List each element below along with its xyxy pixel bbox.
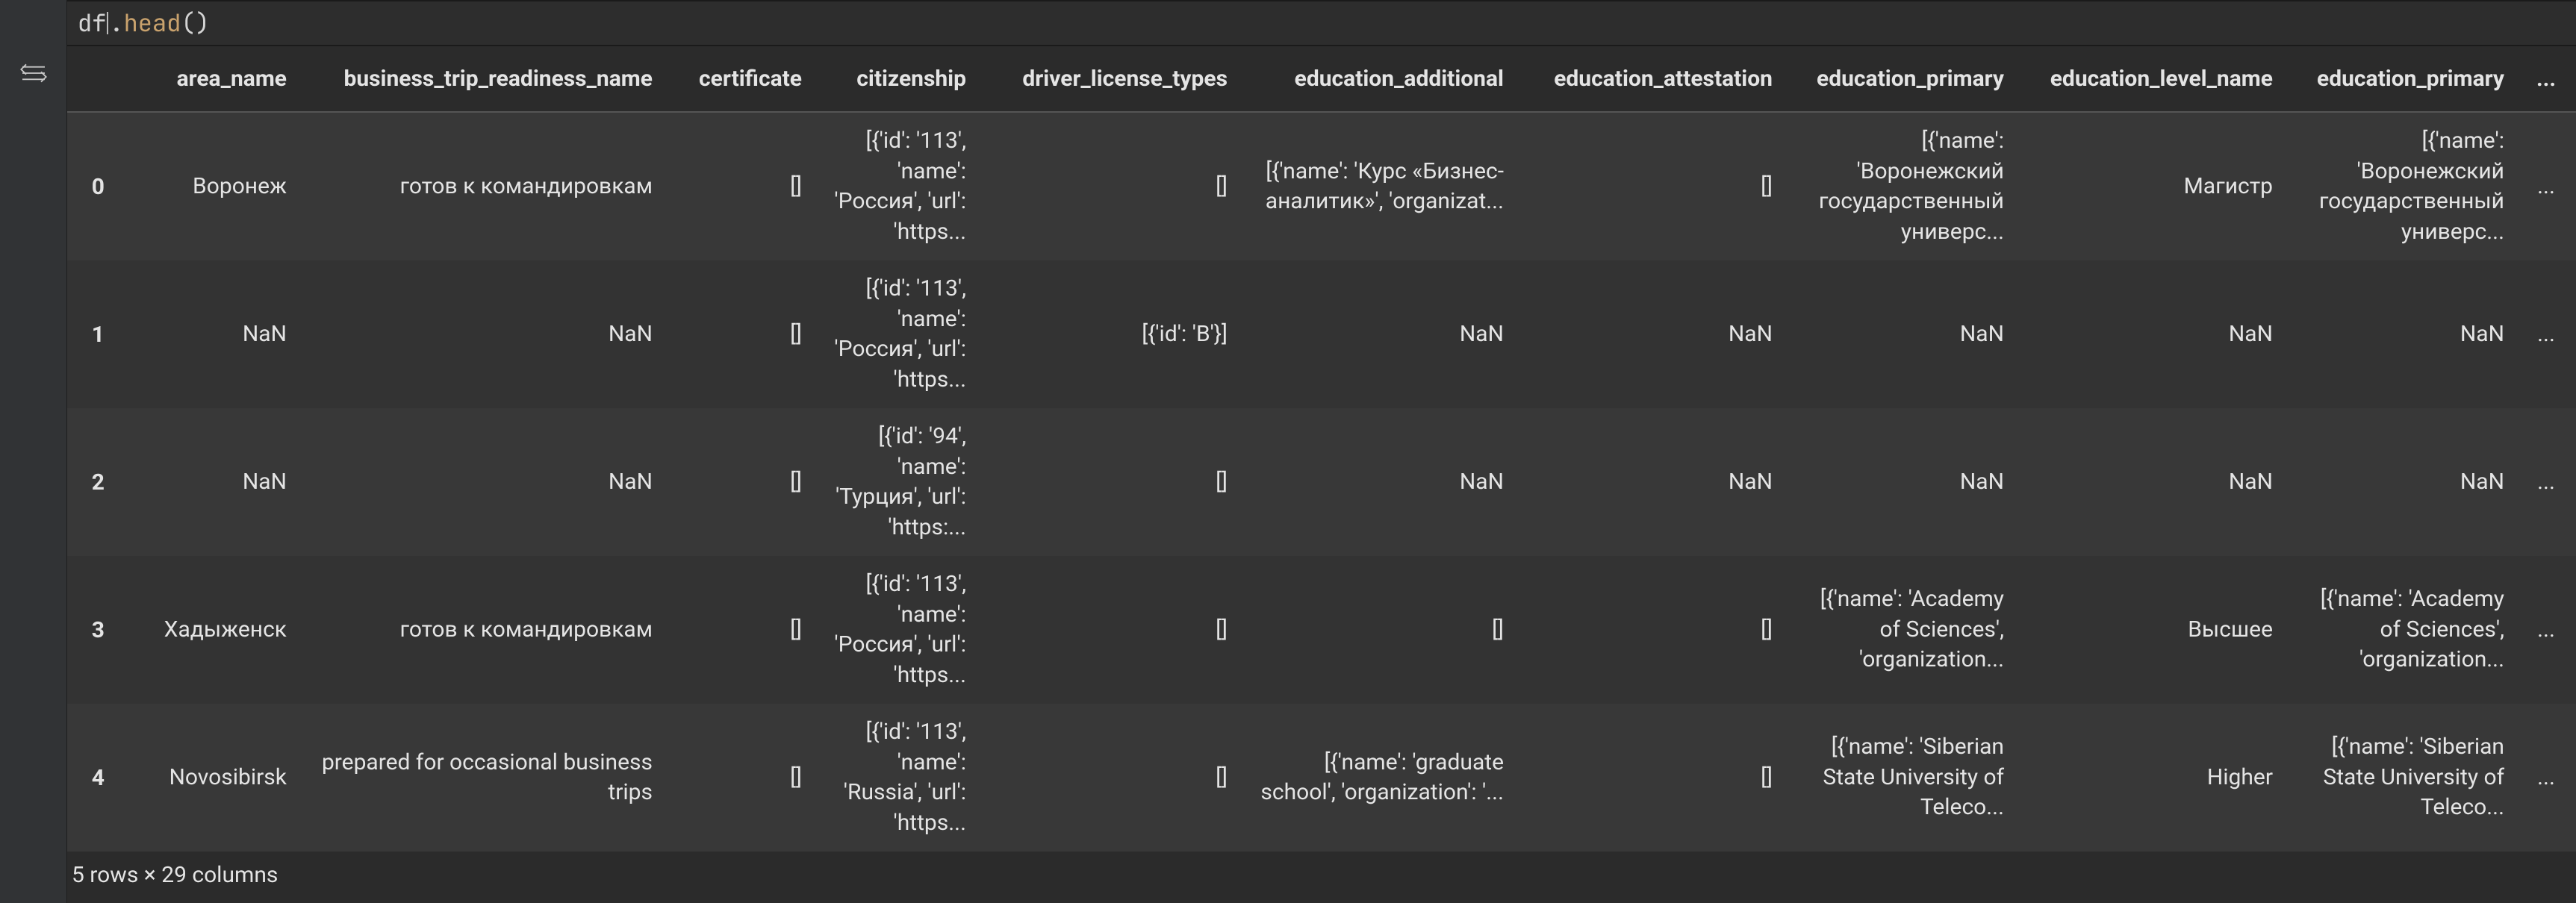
cell: [] xyxy=(1516,704,1785,852)
code-token-dot: . xyxy=(109,11,123,35)
cell: NaN xyxy=(1785,260,2016,408)
col-header[interactable]: education_primary xyxy=(1785,46,2016,112)
cell: [{'name': 'Siberian State University of … xyxy=(1785,704,2016,852)
cell: [{'name': 'Academy of Sciences', 'organi… xyxy=(2285,556,2516,704)
cell: NaN xyxy=(1239,408,1516,556)
code-token-parens: () xyxy=(181,11,209,35)
table-row: 0Воронежготов к командировкам[][{'id': '… xyxy=(67,112,2576,260)
cell: ... xyxy=(2516,704,2576,852)
index-header xyxy=(67,46,119,112)
table-row: 3Хадыженскготов к командировкам[][{'id':… xyxy=(67,556,2576,704)
cell: [{'id': '94', 'name': 'Турция', 'url': '… xyxy=(814,408,978,556)
table-row: 2NaNNaN[][{'id': '94', 'name': 'Турция',… xyxy=(67,408,2576,556)
col-header[interactable]: area_name xyxy=(119,46,299,112)
cell: [{'name': 'Воронежский государственный у… xyxy=(1785,112,2016,260)
cell: NaN xyxy=(1785,408,2016,556)
cell: [] xyxy=(1516,556,1785,704)
cell: [] xyxy=(1239,556,1516,704)
cell: Магистр xyxy=(2016,112,2285,260)
cell: NaN xyxy=(2285,260,2516,408)
table-row: 1NaNNaN[][{'id': '113', 'name': 'Россия'… xyxy=(67,260,2576,408)
cell: готов к командировкам xyxy=(299,112,665,260)
cell: Воронеж xyxy=(119,112,299,260)
cell: NaN xyxy=(119,408,299,556)
cell: [] xyxy=(978,704,1239,852)
row-index: 3 xyxy=(67,556,119,704)
row-index: 1 xyxy=(67,260,119,408)
cell: [] xyxy=(978,408,1239,556)
cell: NaN xyxy=(2016,260,2285,408)
cell: Higher xyxy=(2016,704,2285,852)
col-header-ellipsis: ... xyxy=(2516,46,2576,112)
cell: NaN xyxy=(1516,408,1785,556)
cell: [{'id': '113', 'name': 'Россия', 'url': … xyxy=(814,112,978,260)
text-caret xyxy=(107,12,108,34)
cell: Novosibirsk xyxy=(119,704,299,852)
main-area: df.head() area_name business_trip_readin… xyxy=(67,0,2576,903)
cell: [] xyxy=(665,408,814,556)
code-cell[interactable]: df.head() xyxy=(67,0,2576,46)
cell: готов к командировкам xyxy=(299,556,665,704)
row-index: 4 xyxy=(67,704,119,852)
dataframe-shape-note: 5 rows × 29 columns xyxy=(67,852,2576,888)
col-header[interactable]: education_attestation xyxy=(1516,46,1785,112)
cell: [{'id': '113', 'name': 'Россия', 'url': … xyxy=(814,260,978,408)
cell: [] xyxy=(978,556,1239,704)
cell: [] xyxy=(1516,112,1785,260)
code-token-ident: df xyxy=(78,11,106,35)
col-header[interactable]: citizenship xyxy=(814,46,978,112)
cell: ... xyxy=(2516,260,2576,408)
col-header[interactable]: business_trip_readiness_name xyxy=(299,46,665,112)
cell: [{'id': '113', 'name': 'Russia', 'url': … xyxy=(814,704,978,852)
cell: ... xyxy=(2516,408,2576,556)
cell: [{'name': 'graduate school', 'organizati… xyxy=(1239,704,1516,852)
col-header[interactable]: education_level_name xyxy=(2016,46,2285,112)
table-row: 4Novosibirskprepared for occasional busi… xyxy=(67,704,2576,852)
cell: [{'id': 'B'}] xyxy=(978,260,1239,408)
cell: ... xyxy=(2516,112,2576,260)
cell: prepared for occasional business trips xyxy=(299,704,665,852)
row-index: 2 xyxy=(67,408,119,556)
cell: [{'id': '113', 'name': 'Россия', 'url': … xyxy=(814,556,978,704)
cell: [{'name': 'Курс «Бизнес-аналитик»', 'org… xyxy=(1239,112,1516,260)
cell: [{'name': 'Academy of Sciences', 'organi… xyxy=(1785,556,2016,704)
cell: [{'name': 'Siberian State University of … xyxy=(2285,704,2516,852)
cell: [] xyxy=(665,112,814,260)
col-header[interactable]: education_primary xyxy=(2285,46,2516,112)
row-index: 0 xyxy=(67,112,119,260)
cell: [{'name': 'Воронежский государственный у… xyxy=(2285,112,2516,260)
cell: ... xyxy=(2516,556,2576,704)
cell: NaN xyxy=(2016,408,2285,556)
cell: NaN xyxy=(299,260,665,408)
cell: [] xyxy=(665,556,814,704)
cell: NaN xyxy=(119,260,299,408)
notebook-root: df.head() area_name business_trip_readin… xyxy=(0,0,2576,903)
cell: Хадыженск xyxy=(119,556,299,704)
code-token-func: head xyxy=(124,11,181,35)
cell: [] xyxy=(665,704,814,852)
col-header[interactable]: education_additional xyxy=(1239,46,1516,112)
col-header[interactable]: certificate xyxy=(665,46,814,112)
cell: [] xyxy=(665,260,814,408)
header-row: area_name business_trip_readiness_name c… xyxy=(67,46,2576,112)
dataframe-table: area_name business_trip_readiness_name c… xyxy=(67,46,2576,852)
cell: NaN xyxy=(1516,260,1785,408)
output-area: area_name business_trip_readiness_name c… xyxy=(67,46,2576,903)
cell: Высшее xyxy=(2016,556,2285,704)
cell-gutter xyxy=(0,0,67,903)
cell: [] xyxy=(978,112,1239,260)
cell: NaN xyxy=(1239,260,1516,408)
cell: NaN xyxy=(2285,408,2516,556)
col-header[interactable]: driver_license_types xyxy=(978,46,1239,112)
variable-inspector-icon[interactable] xyxy=(16,60,51,87)
cell: NaN xyxy=(299,408,665,556)
